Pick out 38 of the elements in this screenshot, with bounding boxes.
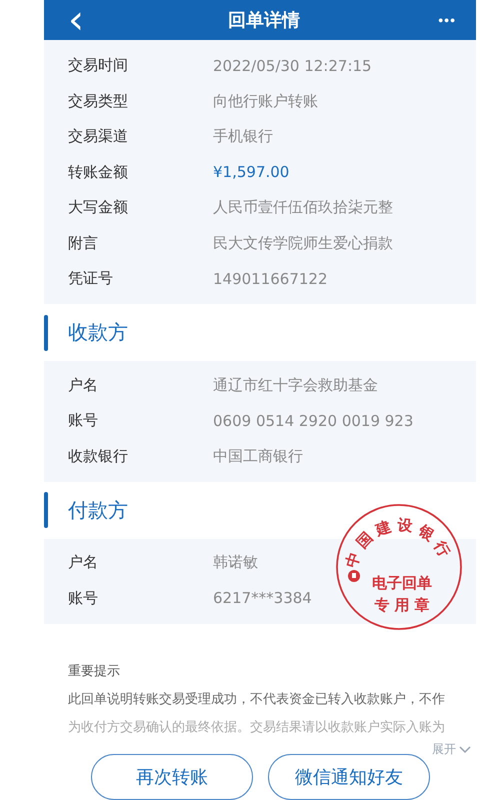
section-title: 付款方	[68, 496, 128, 524]
seal-stamp: 中 国 建 设 银 行 电子回单 专 用 章	[334, 502, 464, 632]
field-label: 交易渠道	[68, 127, 129, 146]
action-button[interactable]: 再次转账	[91, 754, 253, 800]
back-button[interactable]: ‹	[62, 2, 90, 38]
field-label: 户名	[68, 376, 99, 395]
page-title: 回单详情	[228, 8, 300, 32]
notice-title: 重要提示	[68, 662, 121, 680]
section-marker	[44, 492, 48, 528]
field-label: 收款银行	[68, 446, 129, 466]
field-label: 账号	[68, 588, 99, 608]
field-value: 2022/05/30 12:27:15	[213, 56, 372, 75]
field-value: 韩诺敏	[213, 553, 258, 572]
notice-text: 为收付方交易确认的最终依据。交易结果请以收款账户实际入账为	[68, 718, 446, 736]
field-value: 6217***3384	[213, 589, 312, 608]
field-label: 附言	[68, 234, 99, 253]
field-value: 民大文传学院师生爱心捐款	[213, 234, 393, 253]
field-label: 大写金额	[68, 198, 129, 218]
field-label: 交易类型	[68, 92, 129, 111]
field-value: ¥1,597.00	[213, 163, 290, 182]
field-value: 149011667122	[213, 270, 328, 288]
notice-text: 此回单说明转账交易受理成功，不代表资金已转入收款账户，不作	[68, 690, 446, 708]
section-title: 收款方	[68, 319, 128, 346]
action-button[interactable]: 微信通知好友	[268, 754, 430, 800]
field-label: 转账金额	[68, 162, 129, 182]
more-button[interactable]: •••	[438, 12, 456, 28]
field-value: 向他行账户转账	[213, 92, 318, 111]
field-label: 凭证号	[68, 269, 114, 288]
field-value: 中国工商银行	[213, 446, 303, 466]
field-value: 人民币壹仟伍佰玖拾柒元整	[213, 198, 393, 218]
section-marker	[44, 314, 48, 351]
field-label: 交易时间	[68, 56, 129, 76]
chevron-icon	[459, 746, 471, 754]
field-value: 手机银行	[213, 127, 273, 146]
field-value: 通辽市红十字会救助基金	[213, 376, 378, 395]
field-value: 0609 0514 2920 0019 923	[213, 412, 414, 430]
field-label: 户名	[68, 553, 99, 572]
field-label: 账号	[68, 411, 99, 430]
